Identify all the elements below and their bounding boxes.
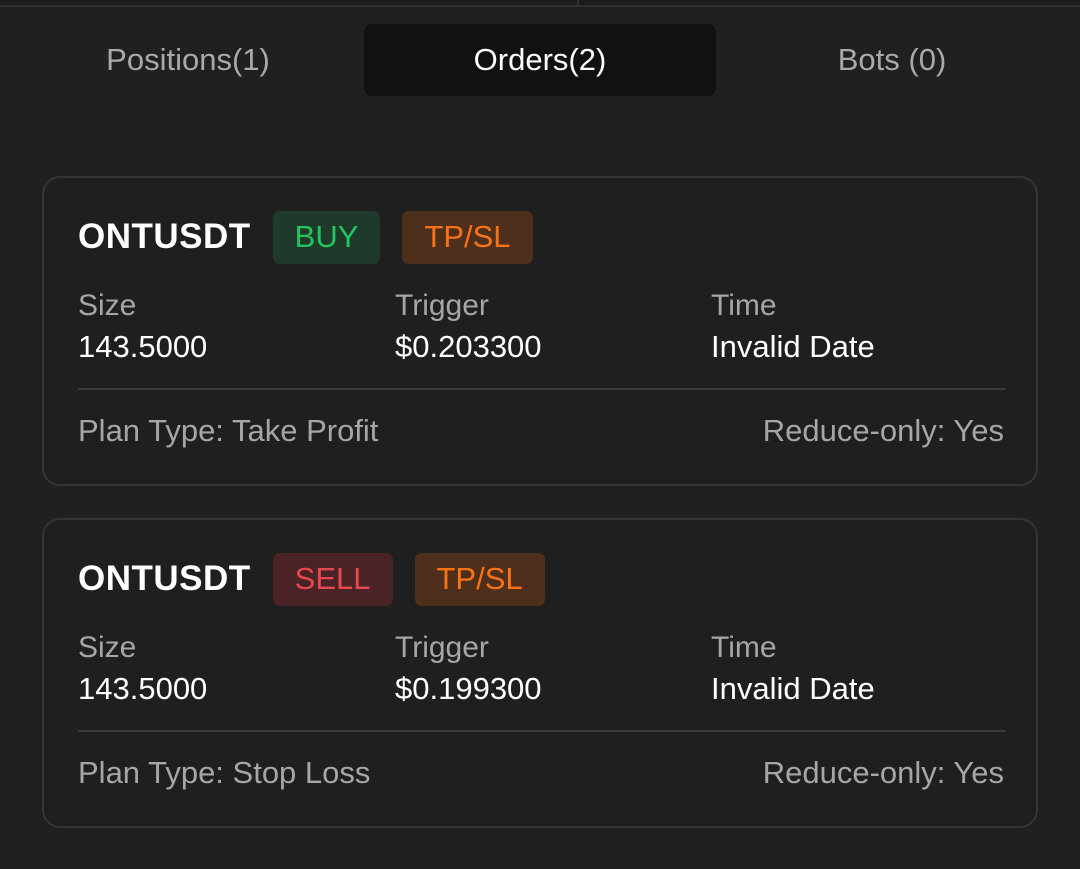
- order-type-badge: TP/SL: [414, 552, 545, 606]
- reduce-only: Reduce-only: Yes: [762, 413, 1004, 448]
- size-value: 143.5000: [78, 329, 208, 364]
- side-badge: SELL: [272, 552, 393, 606]
- top-divider: [577, 0, 579, 7]
- time-field: Time Invalid Date: [711, 628, 875, 710]
- tab-orders[interactable]: Orders(2): [364, 24, 716, 96]
- size-label: Size: [78, 631, 137, 664]
- tab-bots[interactable]: Bots (0): [716, 24, 1068, 96]
- size-value: 143.5000: [78, 671, 208, 706]
- top-border: [0, 0, 1080, 7]
- order-header: ONTUSDT BUY TP/SL: [78, 210, 533, 264]
- time-label: Time: [711, 631, 777, 664]
- order-card[interactable]: ONTUSDT SELL TP/SL Size 143.5000 Trigger…: [42, 518, 1038, 828]
- size-field: Size 143.5000: [78, 286, 207, 368]
- trigger-label: Trigger: [395, 289, 489, 322]
- order-card[interactable]: ONTUSDT BUY TP/SL Size 143.5000 Trigger …: [42, 176, 1038, 486]
- side-badge: BUY: [272, 210, 381, 264]
- order-header: ONTUSDT SELL TP/SL: [78, 552, 545, 606]
- order-type-badge: TP/SL: [402, 210, 533, 264]
- trigger-value: $0.203300: [395, 329, 542, 364]
- plan-type: Plan Type: Stop Loss: [78, 755, 371, 790]
- time-field: Time Invalid Date: [711, 286, 875, 368]
- size-field: Size 143.5000: [78, 628, 207, 710]
- time-value: Invalid Date: [711, 671, 875, 706]
- card-divider: [78, 388, 1006, 390]
- time-value: Invalid Date: [711, 329, 875, 364]
- trigger-value: $0.199300: [395, 671, 542, 706]
- trigger-label: Trigger: [395, 631, 489, 664]
- size-label: Size: [78, 289, 137, 322]
- tab-positions[interactable]: Positions(1): [12, 24, 364, 96]
- time-label: Time: [711, 289, 777, 322]
- tab-bar: Positions(1) Orders(2) Bots (0): [12, 24, 1068, 96]
- card-divider: [78, 730, 1006, 732]
- trigger-field: Trigger $0.203300: [395, 286, 542, 368]
- order-symbol: ONTUSDT: [78, 559, 251, 598]
- plan-type: Plan Type: Take Profit: [78, 413, 379, 448]
- reduce-only: Reduce-only: Yes: [762, 755, 1004, 790]
- order-symbol: ONTUSDT: [78, 217, 251, 256]
- trigger-field: Trigger $0.199300: [395, 628, 542, 710]
- orders-panel: Positions(1) Orders(2) Bots (0) ONTUSDT …: [0, 0, 1080, 869]
